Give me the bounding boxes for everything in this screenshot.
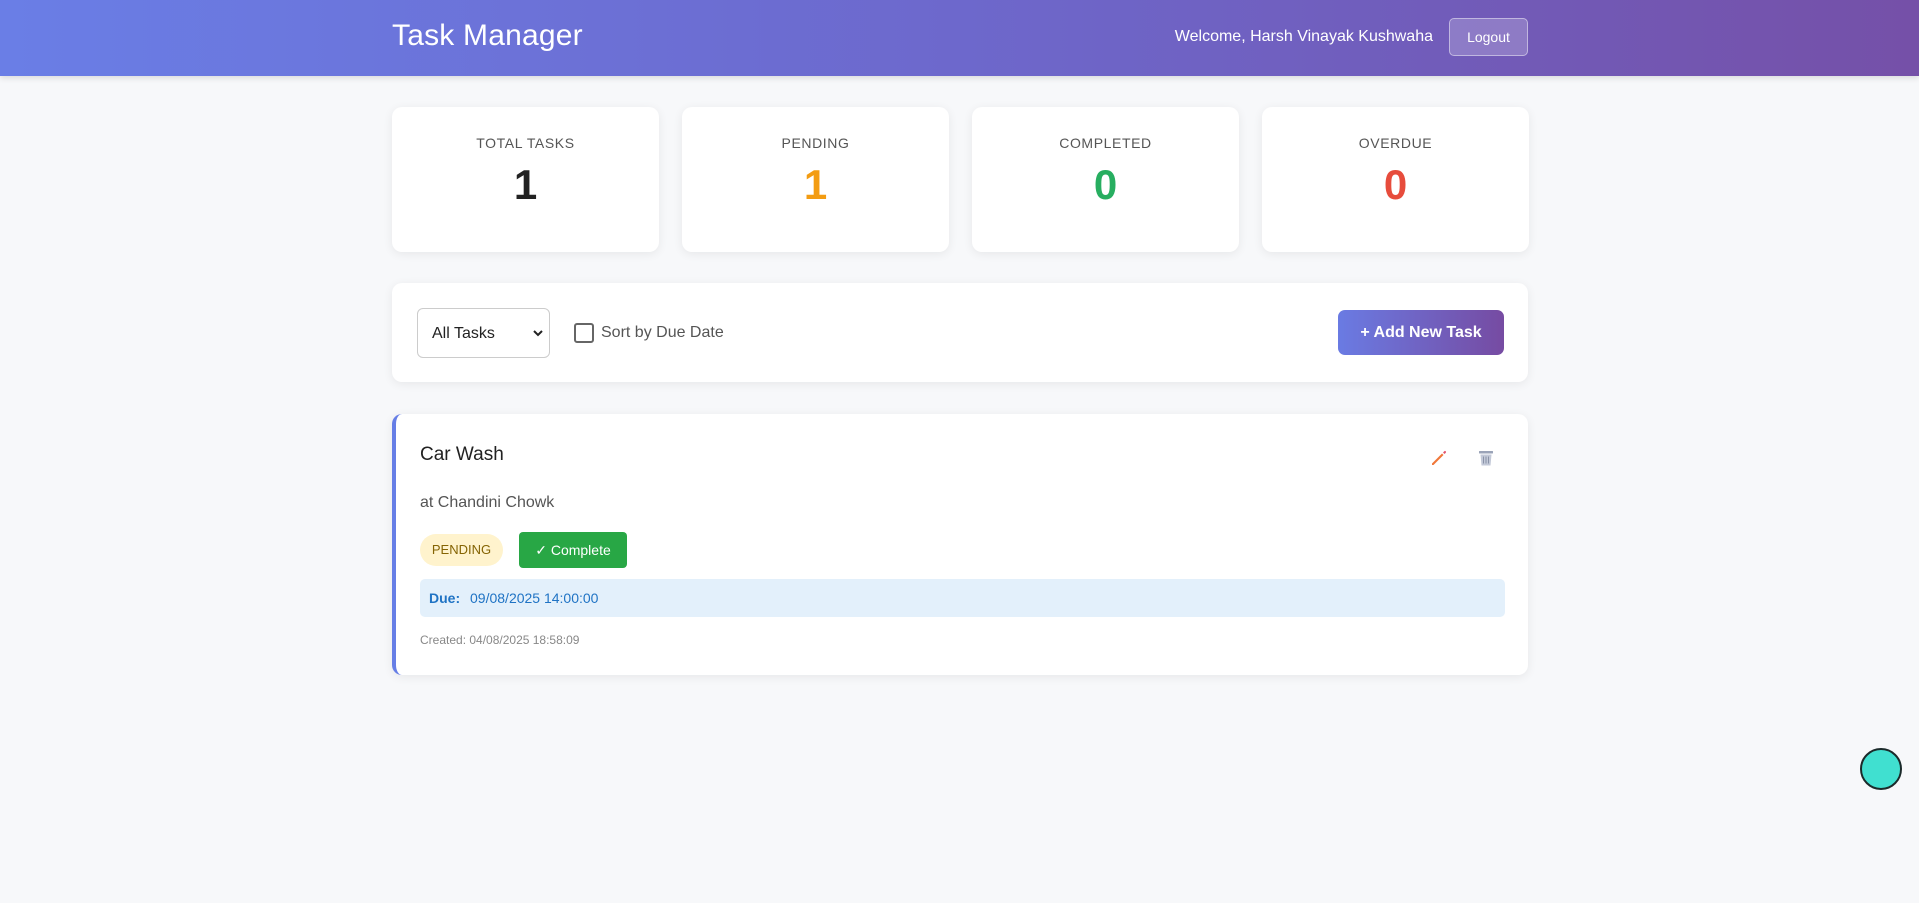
- logout-button[interactable]: Logout: [1449, 18, 1528, 56]
- app-title: Task Manager: [392, 19, 583, 52]
- sort-by-due-checkbox[interactable]: [574, 323, 594, 343]
- add-task-button[interactable]: + Add New Task: [1338, 310, 1504, 355]
- due-date-value: 09/08/2025 14:00:00: [470, 590, 599, 606]
- stat-label: PENDING: [781, 135, 850, 151]
- stat-card-overdue: OVERDUE 0: [1262, 107, 1529, 252]
- sort-by-due-label[interactable]: Sort by Due Date: [601, 324, 724, 342]
- status-badge: PENDING: [420, 534, 503, 566]
- welcome-text: Welcome, Harsh Vinayak Kushwaha: [1174, 28, 1433, 45]
- due-label: Due:: [429, 590, 461, 606]
- stat-card-pending: PENDING 1: [682, 107, 949, 252]
- stat-value-pending: 1: [803, 161, 828, 208]
- stat-value-completed: 0: [1093, 161, 1118, 208]
- due-date-box: Due: 09/08/2025 14:00:00: [420, 579, 1505, 617]
- floating-help-bubble[interactable]: [1860, 748, 1902, 790]
- stat-value-total: 1: [513, 161, 538, 208]
- task-title: Car Wash: [420, 444, 504, 465]
- trash-icon[interactable]: [1476, 448, 1496, 468]
- stat-label: TOTAL TASKS: [476, 135, 575, 151]
- task-toolbar: All Tasks Sort by Due Date + Add New Tas…: [392, 283, 1528, 382]
- stat-card-completed: COMPLETED 0: [972, 107, 1239, 252]
- stat-card-total: TOTAL TASKS 1: [392, 107, 659, 252]
- pencil-icon[interactable]: [1429, 448, 1449, 468]
- task-filter-select[interactable]: All Tasks: [417, 308, 550, 358]
- app-header: Task Manager Welcome, Harsh Vinayak Kush…: [0, 0, 1919, 76]
- task-description: at Chandini Chowk: [420, 494, 555, 511]
- stat-label: OVERDUE: [1358, 135, 1433, 151]
- complete-task-button[interactable]: ✓ Complete: [519, 532, 627, 568]
- created-timestamp: Created: 04/08/2025 18:58:09: [420, 633, 580, 647]
- stat-value-overdue: 0: [1383, 161, 1408, 208]
- task-card: Car Wash at Chandini Chowk PENDING ✓ Com…: [392, 414, 1528, 675]
- stat-label: COMPLETED: [1059, 135, 1152, 151]
